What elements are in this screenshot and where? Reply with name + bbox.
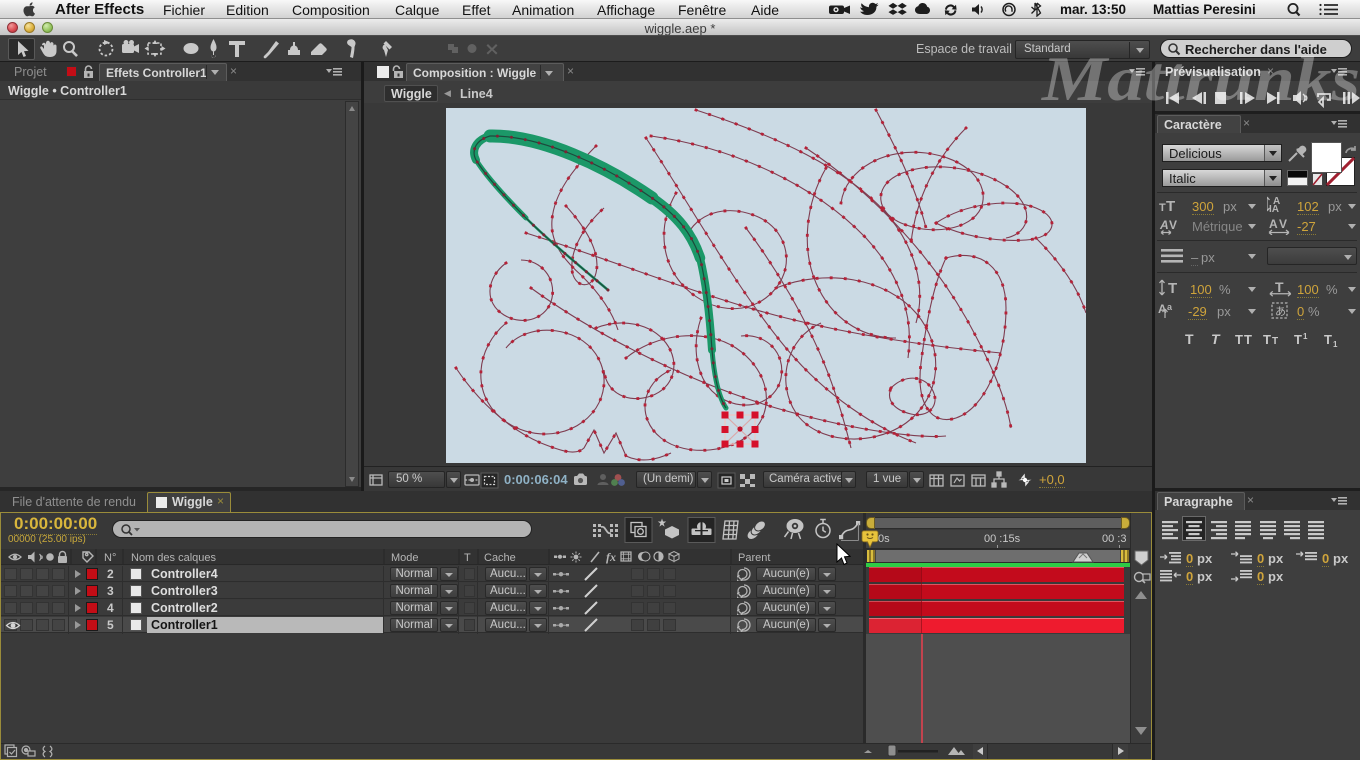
- svg-text:Cache: Cache: [484, 552, 516, 564]
- svg-text:A: A: [1159, 218, 1169, 232]
- svg-text:あ: あ: [1275, 305, 1286, 318]
- svg-text:Mode: Mode: [391, 552, 419, 564]
- svg-text:T: T: [1168, 280, 1177, 297]
- svg-text:1: 1: [1333, 340, 1338, 349]
- svg-text:T: T: [1159, 202, 1166, 214]
- svg-text:fx: fx: [606, 550, 616, 564]
- svg-text:T: T: [1294, 332, 1302, 347]
- svg-text:T: T: [464, 552, 471, 564]
- svg-text:T: T: [1272, 336, 1278, 347]
- svg-text:T: T: [1244, 332, 1252, 347]
- svg-text:N°: N°: [104, 552, 116, 564]
- svg-text:Parent: Parent: [738, 552, 770, 564]
- svg-text:T: T: [1263, 332, 1271, 347]
- svg-text:T: T: [1235, 332, 1243, 347]
- svg-text:T: T: [1185, 331, 1194, 347]
- svg-text:T: T: [1324, 332, 1332, 347]
- svg-text:Nom des calques: Nom des calques: [131, 552, 216, 564]
- svg-text:1: 1: [1303, 332, 1308, 341]
- svg-text:A: A: [1269, 217, 1278, 231]
- svg-text:T: T: [1211, 331, 1221, 347]
- svg-text:T: T: [1275, 280, 1284, 295]
- svg-text:V: V: [1169, 218, 1177, 232]
- svg-text:a: a: [1167, 302, 1173, 312]
- svg-text:V: V: [1279, 217, 1287, 231]
- svg-text:IA: IA: [1269, 204, 1279, 215]
- svg-text:T: T: [1166, 198, 1175, 215]
